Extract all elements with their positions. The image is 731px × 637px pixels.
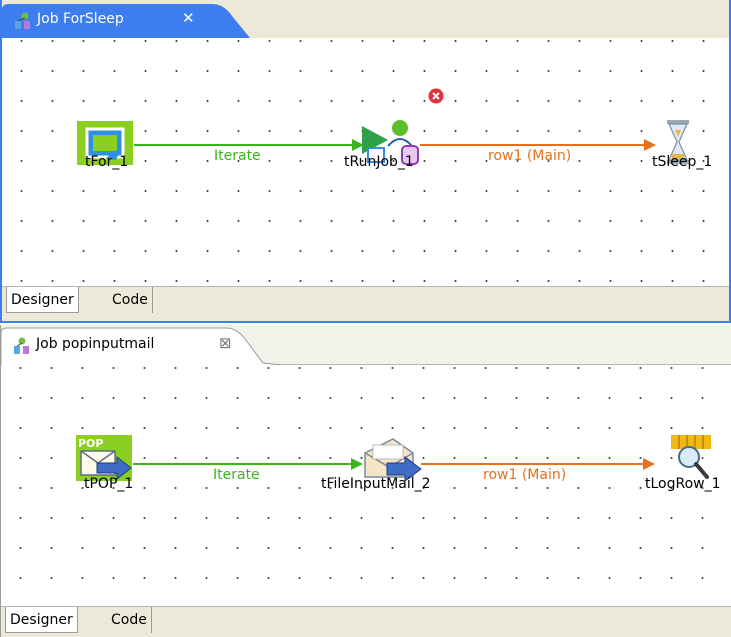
tab-designer[interactable]: Designer [5, 607, 78, 633]
editor-bottom-tabs: Designer Code [2, 286, 729, 321]
iterate-arrowhead [351, 458, 363, 470]
main-link-label[interactable]: row1 (Main) [488, 148, 571, 164]
node-label-tsleep: tSleep_1 [652, 154, 713, 170]
node-label-tlogrow: tLogRow_1 [645, 476, 721, 492]
node-label-trunjob: tRunJob_1 [344, 154, 414, 170]
designer-canvas[interactable]: POP tPOP_1 Iterate tFileInputMail_2 row1… [1, 365, 731, 615]
designer-canvas[interactable]: tFor_1 Iterate tRunJob_1 row1 (Main) tSl… [2, 38, 729, 288]
tab-title: Job popinputmail [36, 336, 155, 352]
job-icon [13, 337, 31, 355]
job-editor-popinputmail: Job popinputmail ⊠ POP tPOP_1 Iterate tF… [0, 325, 731, 637]
tab-code[interactable]: Code [108, 287, 153, 313]
node-label-tfileinputmail: tFileInputMail_2 [321, 476, 431, 492]
main-arrowhead [644, 139, 656, 151]
iterate-link-label[interactable]: Iterate [214, 148, 261, 164]
tab-title: Job ForSleep [37, 11, 124, 27]
tab-code[interactable]: Code [107, 607, 152, 633]
close-icon[interactable]: ✕ [182, 9, 195, 27]
tab-designer[interactable]: Designer [6, 287, 79, 313]
node-label-tfor: tFor_1 [85, 154, 129, 170]
editor-bottom-tabs: Designer Code [1, 606, 731, 637]
node-label-tpop: tPOP_1 [84, 476, 134, 492]
iterate-link-label[interactable]: Iterate [213, 467, 260, 483]
tab-job-popinputmail[interactable]: Job popinputmail ⊠ [1, 329, 256, 363]
main-arrowhead [643, 458, 655, 470]
editor-tabbar: Job ForSleep ✕ [2, 0, 729, 40]
main-link-label[interactable]: row1 (Main) [483, 467, 566, 483]
editor-tabbar: Job popinputmail ⊠ [1, 325, 731, 365]
close-icon[interactable]: ⊠ [219, 334, 232, 352]
job-editor-forsleep: Job ForSleep ✕ tFor_1 Iterate tRunJob_1 … [0, 0, 731, 323]
error-icon[interactable] [428, 88, 444, 104]
tab-job-forsleep[interactable]: Job ForSleep ✕ [2, 4, 242, 38]
job-icon [14, 12, 32, 30]
svg-text:POP: POP [78, 437, 103, 450]
log-row-icon [669, 433, 719, 481]
component-tfor[interactable] [76, 120, 136, 180]
